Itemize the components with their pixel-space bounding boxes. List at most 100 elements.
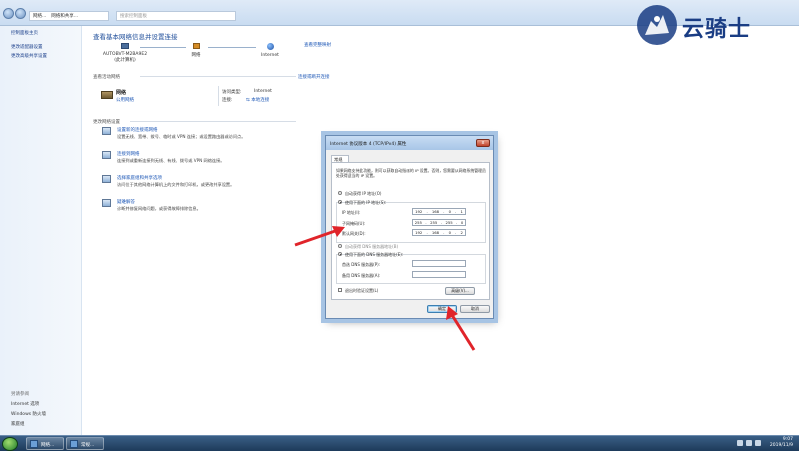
auto-ip-radio[interactable] [338,191,342,195]
change-adapter-settings-link[interactable]: 更改适配器设置 [11,44,43,50]
taskbar-item-label: 常规... [81,443,95,448]
homegroup-link[interactable]: 家庭组 [11,421,25,427]
breadcrumb[interactable]: 网络... 网络和共享... [29,11,109,21]
computer-sub: (此计算机) [114,58,136,63]
network-type-link[interactable]: 公用网络 [116,97,134,103]
gateway-octet[interactable]: 2 [460,230,462,235]
validate-label[interactable]: 退出时验证设置(L) [345,288,378,294]
connections-label: 连接: [222,98,233,103]
taskbar-item-label: 网络... [41,443,55,448]
ip-octet[interactable]: 0 [449,209,451,214]
breadcrumb-item[interactable]: 网络和共享... [51,13,78,19]
taskbar-item-network[interactable]: 网络... [26,437,64,450]
task-desc: 连接到或重新连接到无线、有线、拨号或 VPN 网络连接。 [117,158,225,163]
gateway-octet[interactable]: 168 [432,230,439,235]
clock[interactable]: 9:07 2019/11/9 [770,437,793,449]
dialog-title: Internet 协议版本 4 (TCP/IPv4) 属性 [326,136,493,150]
mask-octet[interactable]: 255 [430,220,437,225]
dialog-description: 如果网络支持此功能，则可以获取自动指派的 IP 设置。否则，您需要从网络系统管理… [336,168,486,179]
network-icon [192,43,200,49]
use-ip-radio[interactable] [338,200,342,204]
advanced-button[interactable]: 高级(V)... [445,287,475,295]
internet-node-label: Internet [261,53,279,58]
ip-address-label: IP 地址(I): [342,210,361,215]
preferred-dns-label: 首选 DNS 服务器(P): [342,262,381,267]
alternate-dns-field[interactable] [412,271,466,278]
new-connection-icon [102,127,111,135]
knight-logo-icon [637,5,677,45]
access-type-label: 访问类型: [222,90,242,95]
preferred-dns-field[interactable] [412,260,466,267]
subnet-mask-field[interactable]: 255. 255. 255. 0 [412,219,466,226]
gateway-octet[interactable]: 192 [415,230,422,235]
search-input[interactable]: 搜索控制面板 [116,11,236,21]
homegroup-icon [102,175,111,183]
ip-octet[interactable]: 168 [432,209,439,214]
change-advanced-sharing-link[interactable]: 更改高级共享设置 [11,53,47,59]
task-title[interactable]: 连接到网络 [117,151,140,157]
network-node: 网络 [185,43,207,58]
network-app-icon [30,440,38,448]
left-pane: 控制面板主页 更改适配器设置 更改高级共享设置 另请参阅 Internet 选项… [0,26,82,435]
tray-network-icon[interactable] [746,440,752,446]
connect-disconnect-link[interactable]: 连接或断开连接 [298,74,330,80]
public-network-icon [101,91,113,99]
local-connection-label[interactable]: 本地连接 [251,98,269,103]
internet-options-link[interactable]: Internet 选项 [11,401,39,407]
dialog-app-icon [70,440,78,448]
computer-node: AUTOBVT-M2BA9E2 (此计算机) [100,43,150,63]
forward-button[interactable] [15,8,26,19]
auto-dns-label[interactable]: 自动获得 DNS 服务器地址(B) [345,244,398,250]
start-button[interactable] [2,437,18,451]
taskbar-item-general[interactable]: 常规... [66,437,104,450]
access-type-value: Internet [254,89,272,94]
network-name: 网络 [116,90,127,96]
arrow-to-ip-fields-icon [294,226,345,247]
task-desc: 设置无线、宽带、拨号、临时或 VPN 连接；或设置路由器或访问点。 [117,134,246,139]
task-title[interactable]: 设置新的连接或网络 [117,127,158,133]
back-button[interactable] [3,8,14,19]
task-title[interactable]: 疑难解答 [117,199,135,205]
see-also-heading: 另请参阅 [11,392,29,397]
dns-group [336,254,486,284]
use-ip-label[interactable]: 使用下面的 IP 地址(S): [345,200,386,206]
ip-octet[interactable]: 192 [415,209,422,214]
use-dns-radio[interactable] [338,252,342,256]
gateway-field[interactable]: 192. 168. 0. 2 [412,229,466,236]
control-panel-home-link[interactable]: 控制面板主页 [11,30,38,36]
ip-address-field[interactable]: 192. 168. 0. 1 [412,208,466,215]
task-title[interactable]: 选择家庭组和共享选项 [117,175,162,181]
arrow-to-ok-button-icon [446,306,476,351]
tray-volume-icon[interactable] [755,440,761,446]
system-tray[interactable] [737,440,761,446]
local-connection-link[interactable]: ⇆ 本地连接 [246,97,269,103]
clock-date: 2019/11/9 [769,443,793,448]
alternate-dns-label: 备用 DNS 服务器(A): [342,273,381,278]
mask-octet[interactable]: 255 [445,220,452,225]
mask-octet[interactable]: 255 [415,220,422,225]
network-node-label: 网络 [191,53,201,58]
taskbar: 网络... 常规... 9:07 2019/11/9 [0,435,799,451]
validate-checkbox[interactable] [338,288,342,292]
task-desc: 诊断并修复网络问题，或获得故障排除信息。 [117,206,201,211]
internet-node: Internet [255,43,285,58]
mask-octet[interactable]: 0 [461,220,463,225]
ip-octet[interactable]: 1 [460,209,462,214]
logo-text: 云骑士 [682,17,752,42]
breadcrumb-item[interactable]: 网络... [33,13,46,19]
active-networks-label: 查看活动网络 [93,75,120,80]
troubleshoot-icon [102,199,111,207]
brand-logo: 云骑士 [637,5,797,47]
ipv4-properties-dialog: Internet 协议版本 4 (TCP/IPv4) 属性 x 常规 如果网络支… [325,135,494,319]
full-map-link[interactable]: 查看完整映射 [304,42,331,48]
change-settings-label: 更改网络设置 [93,120,120,125]
task-desc: 访问位于其他网络计算机上的文件和打印机，或更改共享设置。 [117,182,235,187]
page-title: 查看基本网络信息并设置连接 [93,33,178,41]
use-dns-label[interactable]: 使用下面的 DNS 服务器地址(E): [345,252,403,258]
tray-flag-icon[interactable] [737,440,743,446]
connect-network-icon [102,151,111,159]
gateway-octet[interactable]: 0 [449,230,451,235]
close-button[interactable]: x [476,139,490,147]
windows-firewall-link[interactable]: Windows 防火墙 [11,411,46,417]
auto-ip-label[interactable]: 自动获得 IP 地址(O) [345,191,381,197]
